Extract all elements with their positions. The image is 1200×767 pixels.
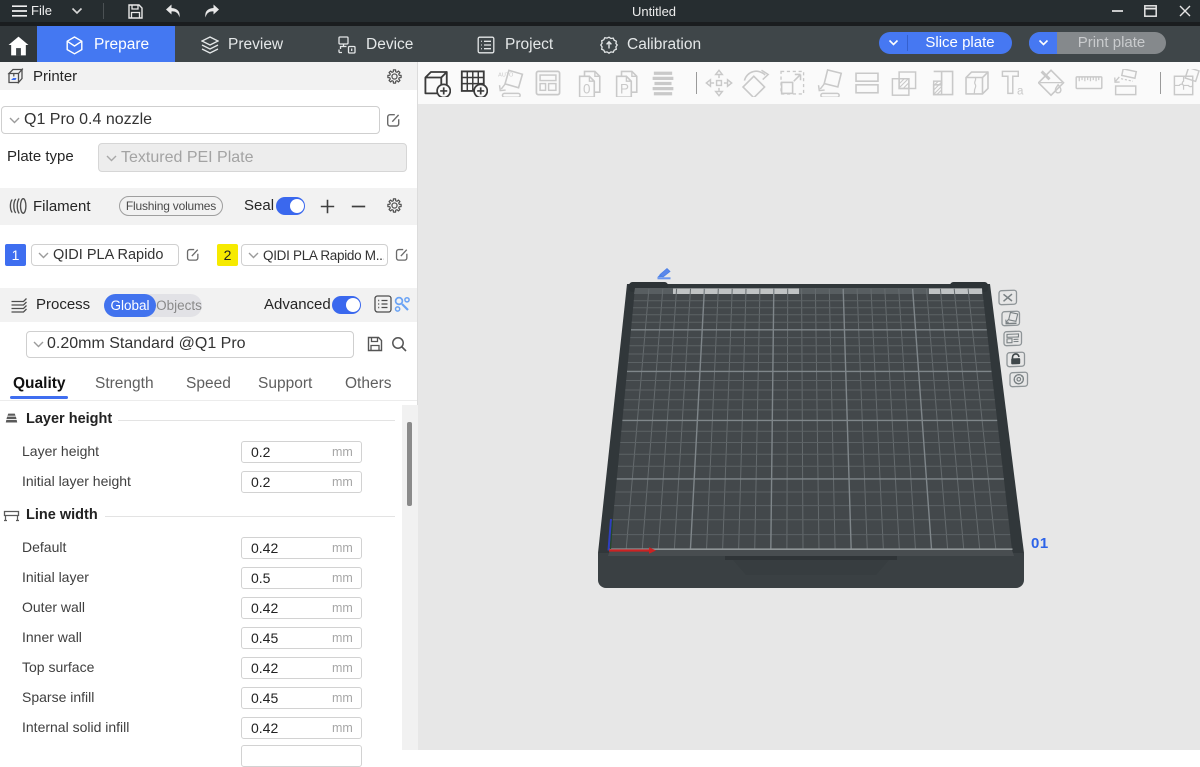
svg-text:01: 01 [1031,535,1049,552]
svg-text:AUTO: AUTO [498,72,513,78]
svg-text:0: 0 [583,81,590,96]
svg-text:P: P [620,81,629,96]
svg-text:a: a [1017,86,1024,97]
